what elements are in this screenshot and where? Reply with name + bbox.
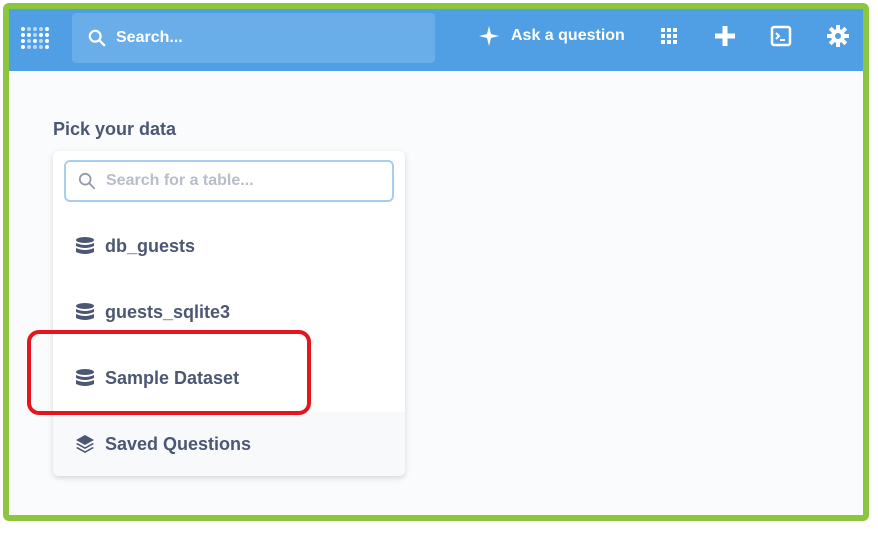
app-window: Search... Ask a question Pick your data …	[9, 9, 863, 515]
plus-icon[interactable]	[712, 23, 738, 49]
search-icon	[78, 172, 96, 190]
gear-icon[interactable]	[825, 23, 851, 49]
database-item-db-guests[interactable]: db_guests	[53, 214, 405, 278]
layers-icon	[75, 434, 95, 454]
grid-icon[interactable]	[656, 23, 682, 49]
search-icon	[88, 29, 106, 47]
page-title: Pick your data	[53, 119, 177, 139]
database-item-label: guests_sqlite3	[105, 301, 231, 322]
database-icon	[75, 302, 95, 322]
database-item-sample-dataset[interactable]: Sample Dataset	[53, 346, 405, 410]
database-item-label: Sample Dataset	[105, 367, 240, 388]
terminal-icon[interactable]	[768, 23, 794, 49]
table-search-placeholder: Search for a table...	[106, 172, 254, 189]
ask-question-button[interactable]: Ask a question	[479, 23, 625, 49]
ask-question-label: Ask a question	[511, 27, 625, 44]
table-search-input[interactable]: Search for a table...	[64, 160, 394, 202]
saved-questions-label: Saved Questions	[105, 433, 252, 454]
database-item-guests-sqlite3[interactable]: guests_sqlite3	[53, 280, 405, 344]
metabase-logo-icon[interactable]	[19, 23, 49, 53]
sparkle-icon	[479, 26, 499, 46]
global-search-placeholder: Search...	[116, 29, 183, 46]
screenshot-frame: Search... Ask a question Pick your data …	[0, 0, 878, 536]
database-icon	[75, 236, 95, 256]
global-search-bar[interactable]: Search...	[72, 13, 435, 63]
database-item-label: db_guests	[105, 235, 196, 256]
data-picker-popover: Search for a table... db_guests guests_s…	[53, 151, 405, 476]
saved-questions-item[interactable]: Saved Questions	[53, 412, 405, 476]
top-navbar: Search... Ask a question	[9, 9, 863, 71]
database-icon	[75, 368, 95, 388]
